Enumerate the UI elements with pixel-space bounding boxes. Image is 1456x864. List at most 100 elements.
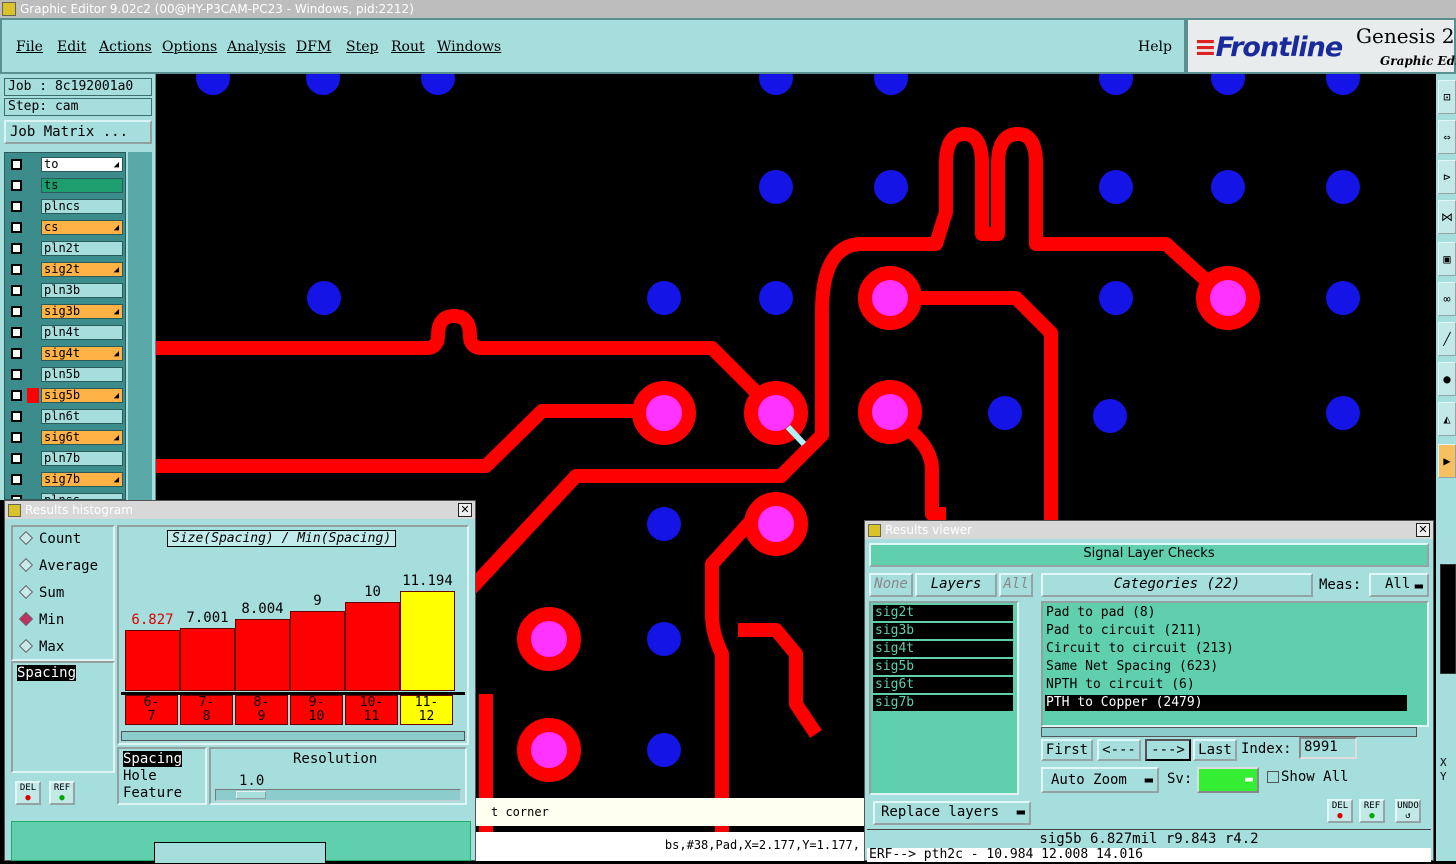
show-all-checkbox[interactable] — [1267, 771, 1279, 783]
mode-count[interactable]: Count — [18, 530, 81, 547]
layer-checkbox[interactable] — [11, 159, 22, 170]
layer-name[interactable]: pln7b — [41, 451, 123, 466]
layer-checkbox[interactable] — [11, 243, 22, 254]
menu-rout[interactable]: Rout — [391, 39, 425, 55]
del-result-button[interactable]: DEL ● — [1327, 799, 1353, 823]
menu-dfm[interactable]: DFM — [296, 39, 331, 55]
menu-actions[interactable]: Actions — [99, 39, 152, 55]
result-layer-item[interactable]: sig5b — [873, 659, 1013, 675]
result-layer-item[interactable]: sig2t — [873, 605, 1013, 621]
net-tool-icon[interactable]: ∞ — [1438, 282, 1456, 316]
attr-spacing[interactable]: Spacing — [123, 751, 183, 767]
menu-help[interactable]: Help — [1138, 39, 1172, 55]
histogram-bar[interactable] — [125, 630, 180, 691]
category-hscroll[interactable] — [1041, 727, 1417, 737]
job-matrix-button[interactable]: Job Matrix ... — [4, 120, 152, 144]
menu-edit[interactable]: Edit — [57, 39, 86, 55]
layer-checkbox[interactable] — [11, 390, 22, 401]
result-layer-item[interactable]: sig7b — [873, 695, 1013, 711]
move-tool-icon[interactable]: ⇔ — [1438, 120, 1456, 154]
layer-checkbox[interactable] — [11, 264, 22, 275]
menu-windows[interactable]: Windows — [437, 39, 501, 55]
index-input[interactable]: 8991 — [1299, 737, 1357, 759]
undo-button[interactable]: UNDO ↺ — [1395, 799, 1421, 823]
results-layer-list[interactable]: sig2t sig3b sig4t sig5b sig6t sig7b — [869, 601, 1019, 795]
replace-layers-select[interactable]: Replace layers ▬ — [873, 801, 1031, 825]
layer-checkbox[interactable] — [11, 222, 22, 233]
layer-name[interactable]: sig4t ◢ — [41, 346, 123, 361]
layer-name[interactable]: pln2t — [41, 241, 123, 256]
ref-result-button[interactable]: REF ● — [1359, 799, 1385, 823]
mode-sum[interactable]: Sum — [18, 584, 64, 601]
close-icon[interactable]: ✕ — [1416, 523, 1430, 537]
layer-checkbox[interactable] — [11, 369, 22, 380]
prev-button[interactable]: <--- — [1097, 739, 1141, 761]
layer-checkbox[interactable] — [11, 180, 22, 191]
mode-min[interactable]: Min — [18, 611, 64, 628]
resolution-slider[interactable] — [215, 789, 461, 801]
layer-name[interactable]: sig5b ◢ — [41, 388, 123, 403]
layers-none-button[interactable]: None — [869, 573, 913, 597]
line-tool-icon[interactable]: ╱ — [1438, 322, 1456, 356]
attr-hole[interactable]: Hole — [123, 768, 157, 784]
result-layer-item[interactable]: sig3b — [873, 623, 1013, 639]
result-category-item[interactable]: NPTH to circuit (6) — [1045, 677, 1407, 693]
histogram-bar[interactable] — [345, 602, 400, 691]
attr-feature[interactable]: Feature — [123, 785, 182, 801]
last-button[interactable]: Last — [1193, 739, 1237, 761]
next-button[interactable]: ---> — [1145, 739, 1191, 761]
attribute-list[interactable]: Spacing Hole Feature — [117, 747, 207, 805]
result-layer-item[interactable]: sig4t — [873, 641, 1013, 657]
layer-name[interactable]: sig7b ◢ — [41, 472, 123, 487]
result-category-item[interactable]: Same Net Spacing (623) — [1045, 659, 1407, 675]
layer-name[interactable]: plnss — [41, 493, 123, 499]
mode-average[interactable]: Average — [18, 557, 98, 574]
pad-tool-icon[interactable]: ● — [1438, 362, 1456, 396]
slider-thumb[interactable] — [236, 791, 266, 799]
field-list[interactable]: Spacing — [11, 661, 115, 773]
results-category-list[interactable]: Pad to pad (8) Pad to circuit (211) Circui… — [1041, 601, 1429, 727]
close-icon[interactable]: ✕ — [458, 503, 472, 517]
layer-checkbox[interactable] — [11, 285, 22, 296]
zoom-tool-icon[interactable]: ⊡ — [1438, 80, 1456, 114]
layer-checkbox[interactable] — [11, 474, 22, 485]
histogram-bar[interactable] — [235, 619, 290, 691]
del-button[interactable]: DEL ● — [15, 781, 41, 805]
layer-checkbox[interactable] — [11, 348, 22, 359]
meas-select[interactable]: All ▬ — [1369, 573, 1429, 597]
first-button[interactable]: First — [1041, 739, 1093, 761]
measure-tool-icon[interactable]: ⋈ — [1438, 200, 1456, 234]
layer-name[interactable]: plncs — [41, 199, 123, 214]
layer-name[interactable]: ts — [41, 178, 123, 193]
layer-name[interactable]: sig2t ◢ — [41, 262, 123, 277]
result-category-item[interactable]: PTH to Copper (2479) — [1045, 695, 1407, 711]
histogram-bar[interactable] — [400, 591, 455, 691]
menu-analysis[interactable]: Analysis — [227, 39, 286, 55]
layer-name[interactable]: pln3b — [41, 283, 123, 298]
layer-name[interactable]: pln6t — [41, 409, 123, 424]
layer-name[interactable]: sig6t ◢ — [41, 430, 123, 445]
layer-list-scrollbar[interactable] — [128, 152, 152, 500]
arc-tool-icon[interactable]: ◭ — [1438, 402, 1456, 436]
layer-name[interactable]: to ◢ — [41, 157, 123, 172]
layers-all-button[interactable]: All — [999, 573, 1033, 597]
histogram-bar[interactable] — [180, 628, 235, 691]
menu-file[interactable]: File — [16, 39, 43, 55]
layer-checkbox[interactable] — [11, 453, 22, 464]
layer-name[interactable]: pln4t — [41, 325, 123, 340]
layer-checkbox[interactable] — [11, 306, 22, 317]
layer-checkbox[interactable] — [11, 327, 22, 338]
layer-name[interactable]: pln5b — [41, 367, 123, 382]
ref-button[interactable]: REF ● — [49, 781, 75, 805]
select-tool-icon[interactable]: ▣ — [1438, 242, 1456, 276]
pan-tool-icon[interactable]: ⊳ — [1438, 160, 1456, 194]
result-category-item[interactable]: Pad to pad (8) — [1045, 605, 1407, 621]
result-layer-item[interactable]: sig6t — [873, 677, 1013, 693]
field-selected[interactable]: Spacing — [17, 665, 77, 681]
result-category-item[interactable]: Circuit to circuit (213) — [1045, 641, 1407, 657]
result-category-item[interactable]: Pad to circuit (211) — [1045, 623, 1407, 639]
layer-checkbox[interactable] — [11, 432, 22, 443]
mode-max[interactable]: Max — [18, 638, 64, 655]
highlight-tool-icon[interactable]: ▶ — [1438, 444, 1456, 478]
layer-checkbox[interactable] — [11, 411, 22, 422]
